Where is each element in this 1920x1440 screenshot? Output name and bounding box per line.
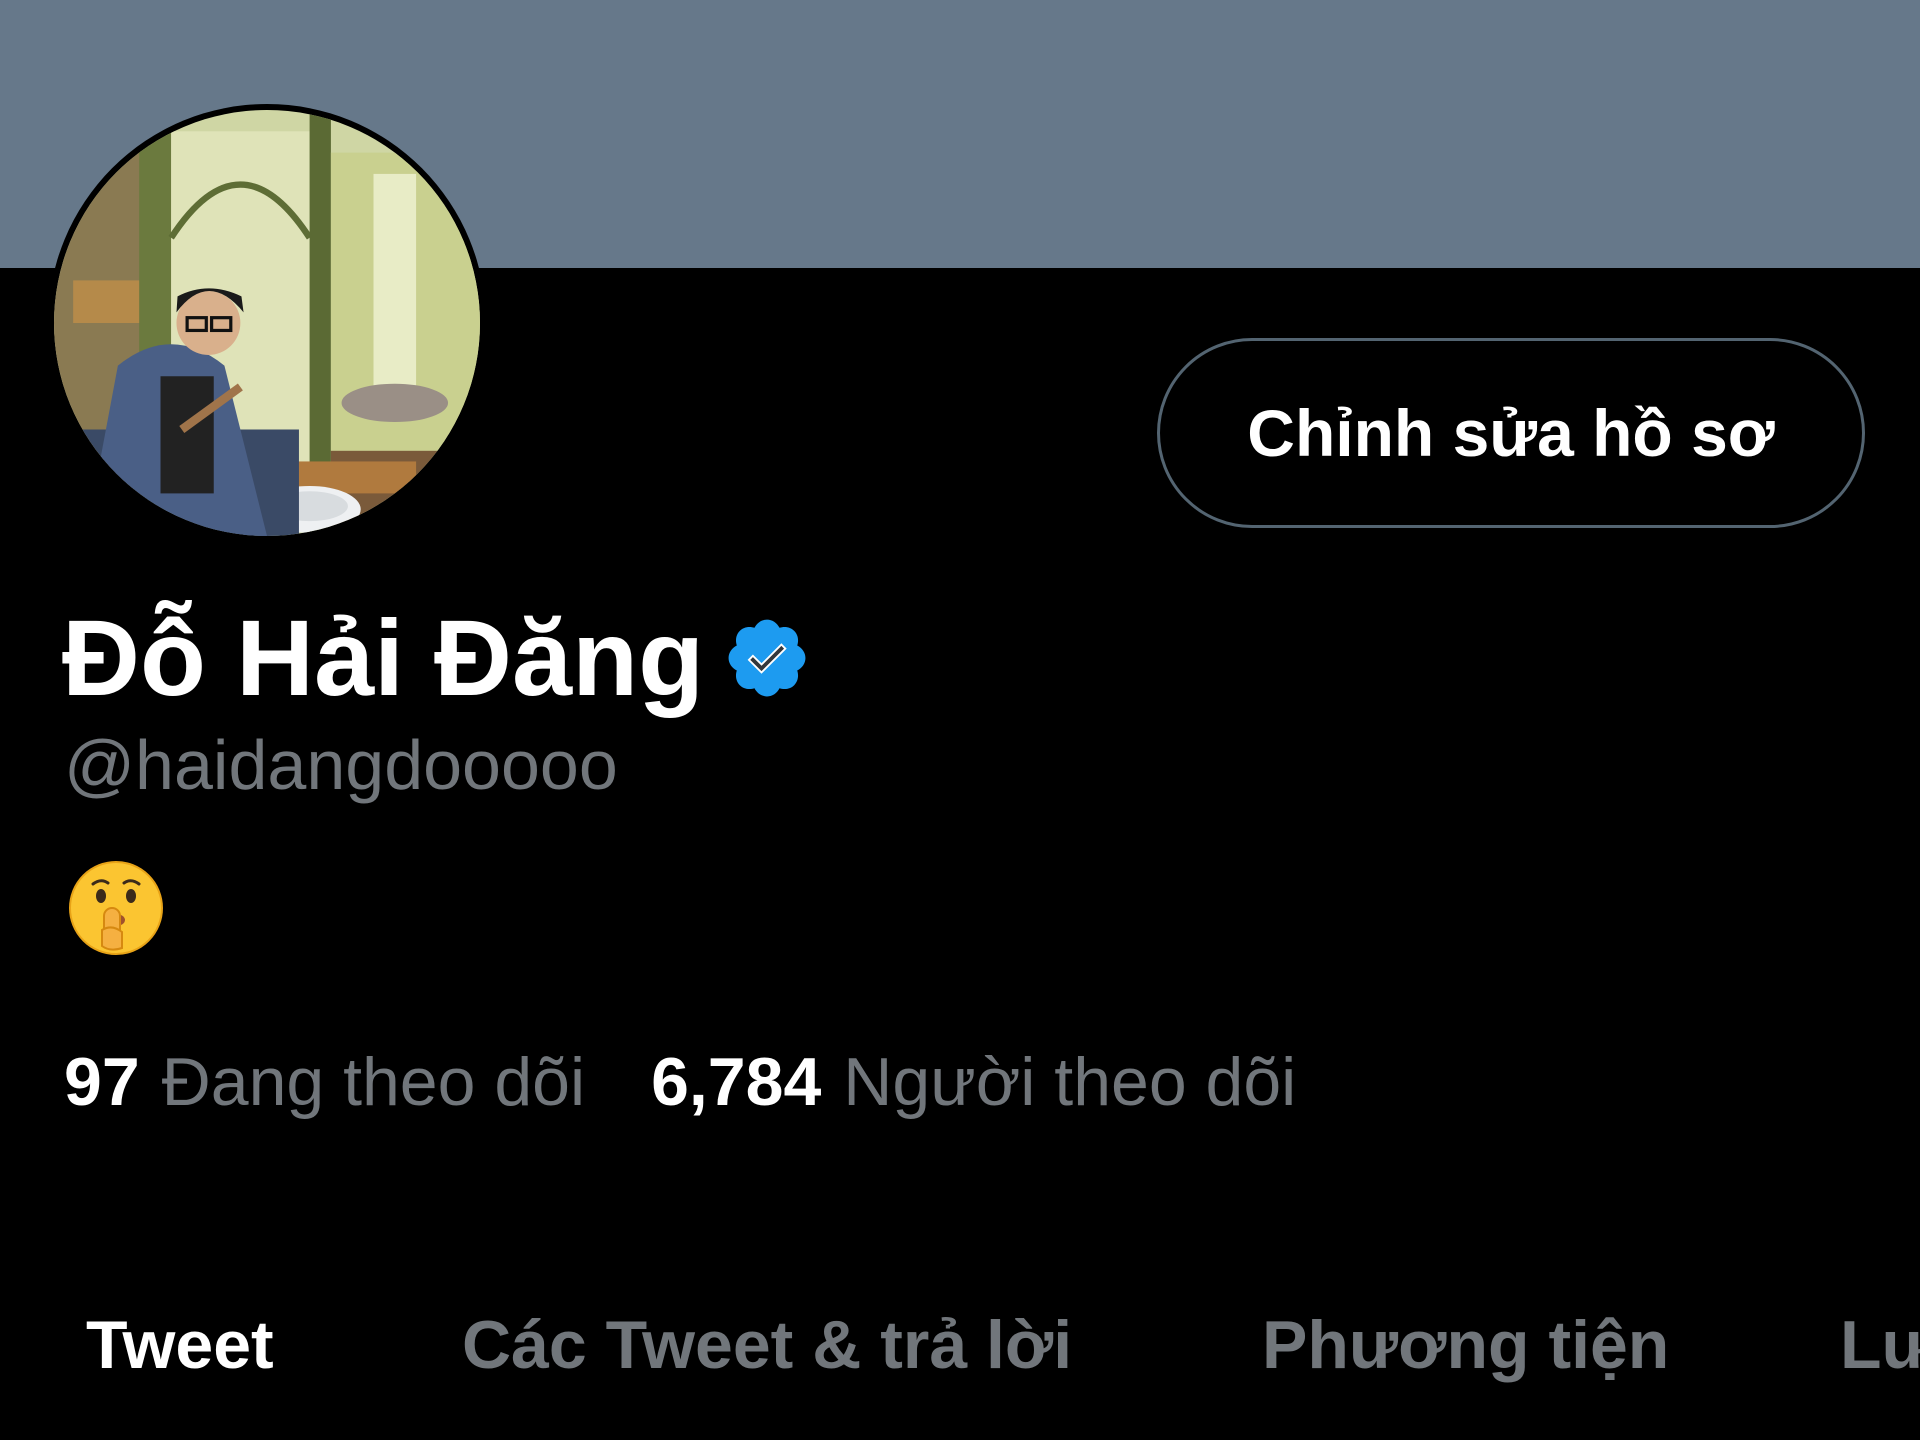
tab-tweets-and-replies[interactable]: Các Tweet & trả lời	[462, 1300, 1072, 1390]
verified-badge-icon[interactable]	[722, 613, 812, 703]
followers-stat[interactable]: 6,784 Người theo dõi	[651, 1048, 1296, 1116]
following-count: 97	[64, 1044, 140, 1120]
followers-count: 6,784	[651, 1044, 822, 1120]
profile-name-row: Đỗ Hải Đăng	[62, 588, 812, 728]
edit-profile-button[interactable]: Chỉnh sửa hồ sơ	[1157, 338, 1865, 528]
tab-tweets[interactable]: Tweet	[86, 1300, 274, 1390]
shushing-face-emoji	[66, 858, 166, 958]
tab-media[interactable]: Phương tiện	[1262, 1300, 1669, 1390]
display-name: Đỗ Hải Đăng	[62, 597, 705, 718]
follow-stats: 97 Đang theo dõi 6,784 Người theo dõi	[64, 1048, 1296, 1116]
profile-tabs: Tweet Các Tweet & trả lời Phương tiện Lư	[0, 1300, 1920, 1390]
profile-avatar[interactable]	[48, 104, 486, 542]
followers-label: Người theo dõi	[843, 1044, 1297, 1120]
tab-likes[interactable]: Lư	[1840, 1300, 1920, 1390]
profile-handle: @haidangdooooo	[64, 726, 618, 804]
following-stat[interactable]: 97 Đang theo dõi	[64, 1048, 585, 1116]
following-label: Đang theo dõi	[161, 1044, 586, 1120]
avatar-photo	[54, 110, 480, 536]
